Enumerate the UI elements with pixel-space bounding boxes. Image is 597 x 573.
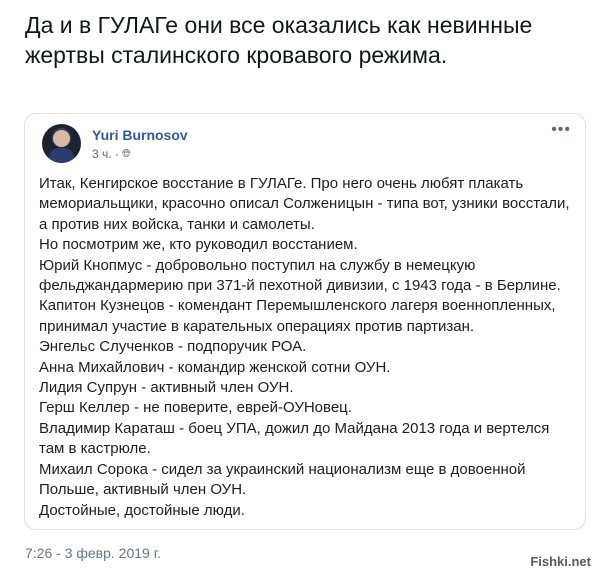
post-line: Анна Михайлович - командир женской сотни… xyxy=(39,358,391,376)
post-line: Но посмотрим же, кто руководил восстание… xyxy=(39,236,358,254)
globe-icon: 🌐︎ xyxy=(121,147,131,160)
post-line: Капитон Кузнецов - комендант Перемышленс… xyxy=(39,297,556,335)
post-line: Герш Келлер - не поверите, еврей-ОУНовец… xyxy=(39,399,352,417)
tweet-timestamp[interactable]: 7:26 - 3 февр. 2019 г. xyxy=(25,545,161,561)
post-meta: 3 ч. · 🌐︎ xyxy=(92,147,131,161)
post-body: Итак, Кенгирское восстание в ГУЛАГе. Про… xyxy=(39,174,575,521)
tweet-text: Да и в ГУЛАГе они все оказались как неви… xyxy=(25,12,533,68)
post-author[interactable]: Yuri Burnosov xyxy=(92,127,188,143)
embedded-facebook-post: Yuri Burnosov 3 ч. · 🌐︎ ••• Итак, Кенгир… xyxy=(24,113,586,530)
post-line: Юрий Кнопмус - добровольно поступил на с… xyxy=(39,256,561,295)
post-line: Итак, Кенгирское восстание в ГУЛАГе. Про… xyxy=(39,175,570,233)
watermark: Fishki.net xyxy=(530,554,591,569)
avatar[interactable] xyxy=(42,124,81,163)
more-options-icon[interactable]: ••• xyxy=(551,121,571,139)
post-line: Михаил Сорока - сидел за украинский наци… xyxy=(39,460,526,499)
post-line: Владимир Караташ - боец УПА, дожил до Ма… xyxy=(39,419,550,458)
post-line: Достойные, достойные люди. xyxy=(39,501,245,519)
post-line: Энгельс Слученков - подпоручик РОА. xyxy=(39,338,307,356)
post-line: Лидия Супрун - активный член ОУН. xyxy=(39,379,294,397)
post-time[interactable]: 3 ч. · xyxy=(92,147,119,161)
